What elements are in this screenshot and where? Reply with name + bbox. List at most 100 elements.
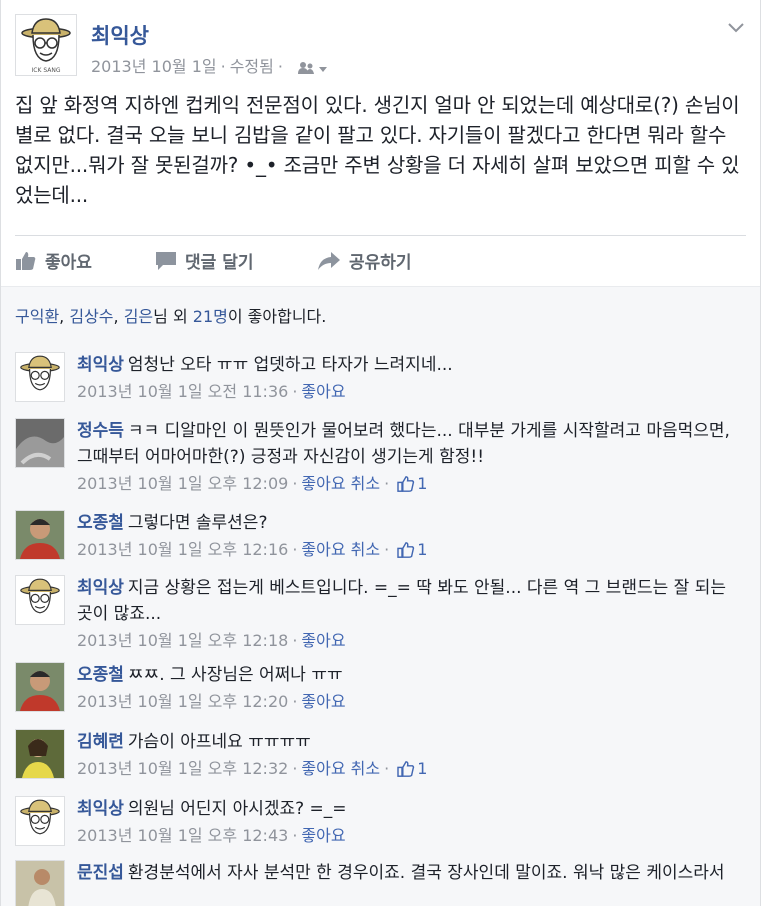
photo-avatar-icon [16,511,64,559]
comment-time[interactable]: 2013년 10월 1일 오후 12:20 [77,692,288,711]
comment-like-link[interactable]: 좋아요 [301,631,345,650]
avatar[interactable] [15,418,65,468]
comment-body: 최익상 의원님 어딘지 아시겠죠? =_= 2013년 10월 1일 오후 12:… [77,796,746,850]
comment-label: 댓글 달기 [185,253,254,273]
comment-time[interactable]: 2013년 10월 1일 오후 12:09 [77,474,288,493]
avatar[interactable] [15,860,65,906]
photo-avatar-icon [16,419,64,467]
comment-like-count[interactable]: 1 [417,474,427,493]
comment-meta: 2013년 10월 1일 오후 12:18 · 좋아요 [77,631,346,650]
comment-body: 오종철 그렇다면 솔루션은? 2013년 10월 1일 오후 12:16 · 좋아요 … [77,510,746,567]
post-author[interactable]: 최익상 [91,20,149,50]
post-timestamp[interactable]: 2013년 10월 1일 [91,57,217,76]
liker-2[interactable]: 김상수 [69,307,113,326]
comment-meta: 2013년 10월 1일 오후 12:09 · 좋아요 취소 · 1 [77,470,746,501]
comment-like-link[interactable]: 좋아요 [301,474,345,493]
comment-meta: 2013년 10월 1일 오후 12:32 · 좋아요 취소 · 1 [77,755,746,786]
comment-body: 문진섭 환경분석에서 자사 분석만 한 경우이죠. 결국 장사인데 말이죠. 워낙… [77,860,746,886]
comment-author[interactable]: 최익상 [77,799,124,819]
comment-cancel-link[interactable]: 취소 [351,474,380,493]
hat-man-logo-icon [20,355,60,391]
post-meta: 2013년 10월 1일 · 수정됨 · [91,53,328,79]
like-count-icon[interactable] [397,473,415,501]
comment-author[interactable]: 최익상 [77,355,124,375]
comment-text: 그렇다면 솔루션은? [127,513,268,533]
comment-body: 최익상 엄청난 오타 ㅠㅠ 업뎃하고 타자가 느려지네... 2013년 10월 … [77,352,746,406]
comment-like-link[interactable]: 좋아요 [301,382,345,401]
comment-text: 환경분석에서 자사 분석만 한 경우이죠. 결국 장사인데 말이죠. 워낙 많은… [127,863,725,883]
comment-time[interactable]: 2013년 10월 1일 오후 12:16 [77,540,288,559]
comment-body: 김혜련 가슴이 아프네요 ㅠㅠㅠㅠ 2013년 10월 1일 오후 12:32 · 좋… [77,729,746,786]
comment-body: 최익상 지금 상황은 접는게 베스트입니다. =_= 딱 봐도 안될... 다른 … [77,575,746,655]
avatar[interactable] [15,575,65,625]
avatar[interactable] [15,352,65,402]
comment-time[interactable]: 2013년 10월 1일 오후 12:18 [77,631,288,650]
photo-avatar-icon [16,861,64,906]
audience-friends-icon[interactable] [298,60,328,79]
svg-text:ICK SANG: ICK SANG [32,67,61,74]
comment-author[interactable]: 정수득 [77,421,124,441]
comment-text: 가슴이 아프네요 ㅠㅠㅠㅠ [127,732,311,752]
hat-man-logo-icon: ICK SANG [21,18,71,74]
comment-meta: 2013년 10월 1일 오전 11:36 · 좋아요 [77,382,346,401]
like-count-icon[interactable] [397,539,415,567]
comment-like-count[interactable]: 1 [417,540,427,559]
comment-meta: 2013년 10월 1일 오후 12:16 · 좋아요 취소 · 1 [77,536,746,567]
author-avatar[interactable]: ICK SANG [15,14,77,76]
post-header: ICK SANG 최익상 2013년 10월 1일 · 수정됨 · [15,14,746,80]
post-card: ICK SANG 최익상 2013년 10월 1일 · 수정됨 · 집 앞 화정역 지… [0,0,761,906]
hat-man-logo-icon [20,578,60,614]
comment-like-link[interactable]: 좋아요 [301,759,345,778]
comment-time[interactable]: 2013년 10월 1일 오후 12:43 [77,826,288,845]
comment-author[interactable]: 오종철 [77,665,124,685]
share-arrow-icon [318,251,340,270]
comment-button[interactable]: 댓글 달기 [155,248,253,273]
like-button[interactable]: 좋아요 [15,248,92,273]
comment-bubble-icon [156,251,176,270]
likes-others[interactable]: 21명 [193,307,228,326]
comment-text: ㅋㅋ 디알마인 이 뭔뜻인가 물어보려 했다는... 대부분 가게를 시작할려고… [77,421,730,467]
avatar[interactable] [15,510,65,560]
comment-like-link[interactable]: 좋아요 [301,692,345,711]
post-actions: 좋아요 댓글 달기 공유하기 [15,235,746,285]
comment-time[interactable]: 2013년 10월 1일 오전 11:36 [77,382,288,401]
comment-author[interactable]: 김혜련 [77,732,124,752]
likes-summary: 구익환, 김상수, 김은님 외 21명이 좋아합니다. [1,286,760,340]
avatar[interactable] [15,796,65,846]
comment-author[interactable]: 최익상 [77,578,124,598]
like-count-icon[interactable] [397,758,415,786]
comment-item: 문진섭 환경분석에서 자사 분석만 한 경우이죠. 결국 장사인데 말이죠. 워낙… [15,860,746,906]
photo-avatar-icon [16,730,64,778]
share-label: 공유하기 [349,253,412,273]
comment-author[interactable]: 문진섭 [77,863,124,883]
avatar[interactable] [15,729,65,779]
like-label: 좋아요 [45,253,92,273]
comment-body: 오종철 ㅉㅉ. 그 사장님은 어쩌나 ㅠㅠ 2013년 10월 1일 오후 12:… [77,662,746,716]
comment-like-link[interactable]: 좋아요 [301,540,345,559]
liker-3[interactable]: 김은 [124,307,153,326]
comment-text: ㅉㅉ. 그 사장님은 어쩌나 ㅠㅠ [127,665,343,685]
comment-body: 정수득 ㅋㅋ 디알마인 이 뭔뜻인가 물어보려 했다는... 대부분 가게를 시작… [77,418,746,501]
comment-time[interactable]: 2013년 10월 1일 오후 12:32 [77,759,288,778]
avatar[interactable] [15,662,65,712]
comment-cancel-link[interactable]: 취소 [351,759,380,778]
photo-avatar-icon [16,663,64,711]
thumbs-up-icon [16,251,36,270]
hat-man-logo-icon [20,799,60,835]
share-button[interactable]: 공유하기 [317,248,412,273]
likes-suffix-1: 님 외 [153,307,193,326]
post-edited[interactable]: 수정됨 [230,57,274,76]
comment-meta: 2013년 10월 1일 오후 12:43 · 좋아요 [77,826,346,845]
comment-meta: 2013년 10월 1일 오후 12:20 · 좋아요 [77,692,346,711]
comment-author[interactable]: 오종철 [77,513,124,533]
comment-text: 엄청난 오타 ㅠㅠ 업뎃하고 타자가 느려지네... [127,355,453,375]
comments-list: 최익상 엄청난 오타 ㅠㅠ 업뎃하고 타자가 느려지네... 2013년 10월 … [1,340,760,906]
comment-cancel-link[interactable]: 취소 [351,540,380,559]
chevron-down-icon[interactable] [726,20,746,34]
comment-text: 의원님 어딘지 아시겠죠? =_= [127,799,347,819]
comment-like-count[interactable]: 1 [417,759,427,778]
comment-like-link[interactable]: 좋아요 [301,826,345,845]
comment-text: 지금 상황은 접는게 베스트입니다. =_= 딱 봐도 안될... 다른 역 그… [77,578,726,624]
liker-1[interactable]: 구익환 [15,307,59,326]
likes-suffix-2: 이 좋아합니다. [227,307,327,326]
